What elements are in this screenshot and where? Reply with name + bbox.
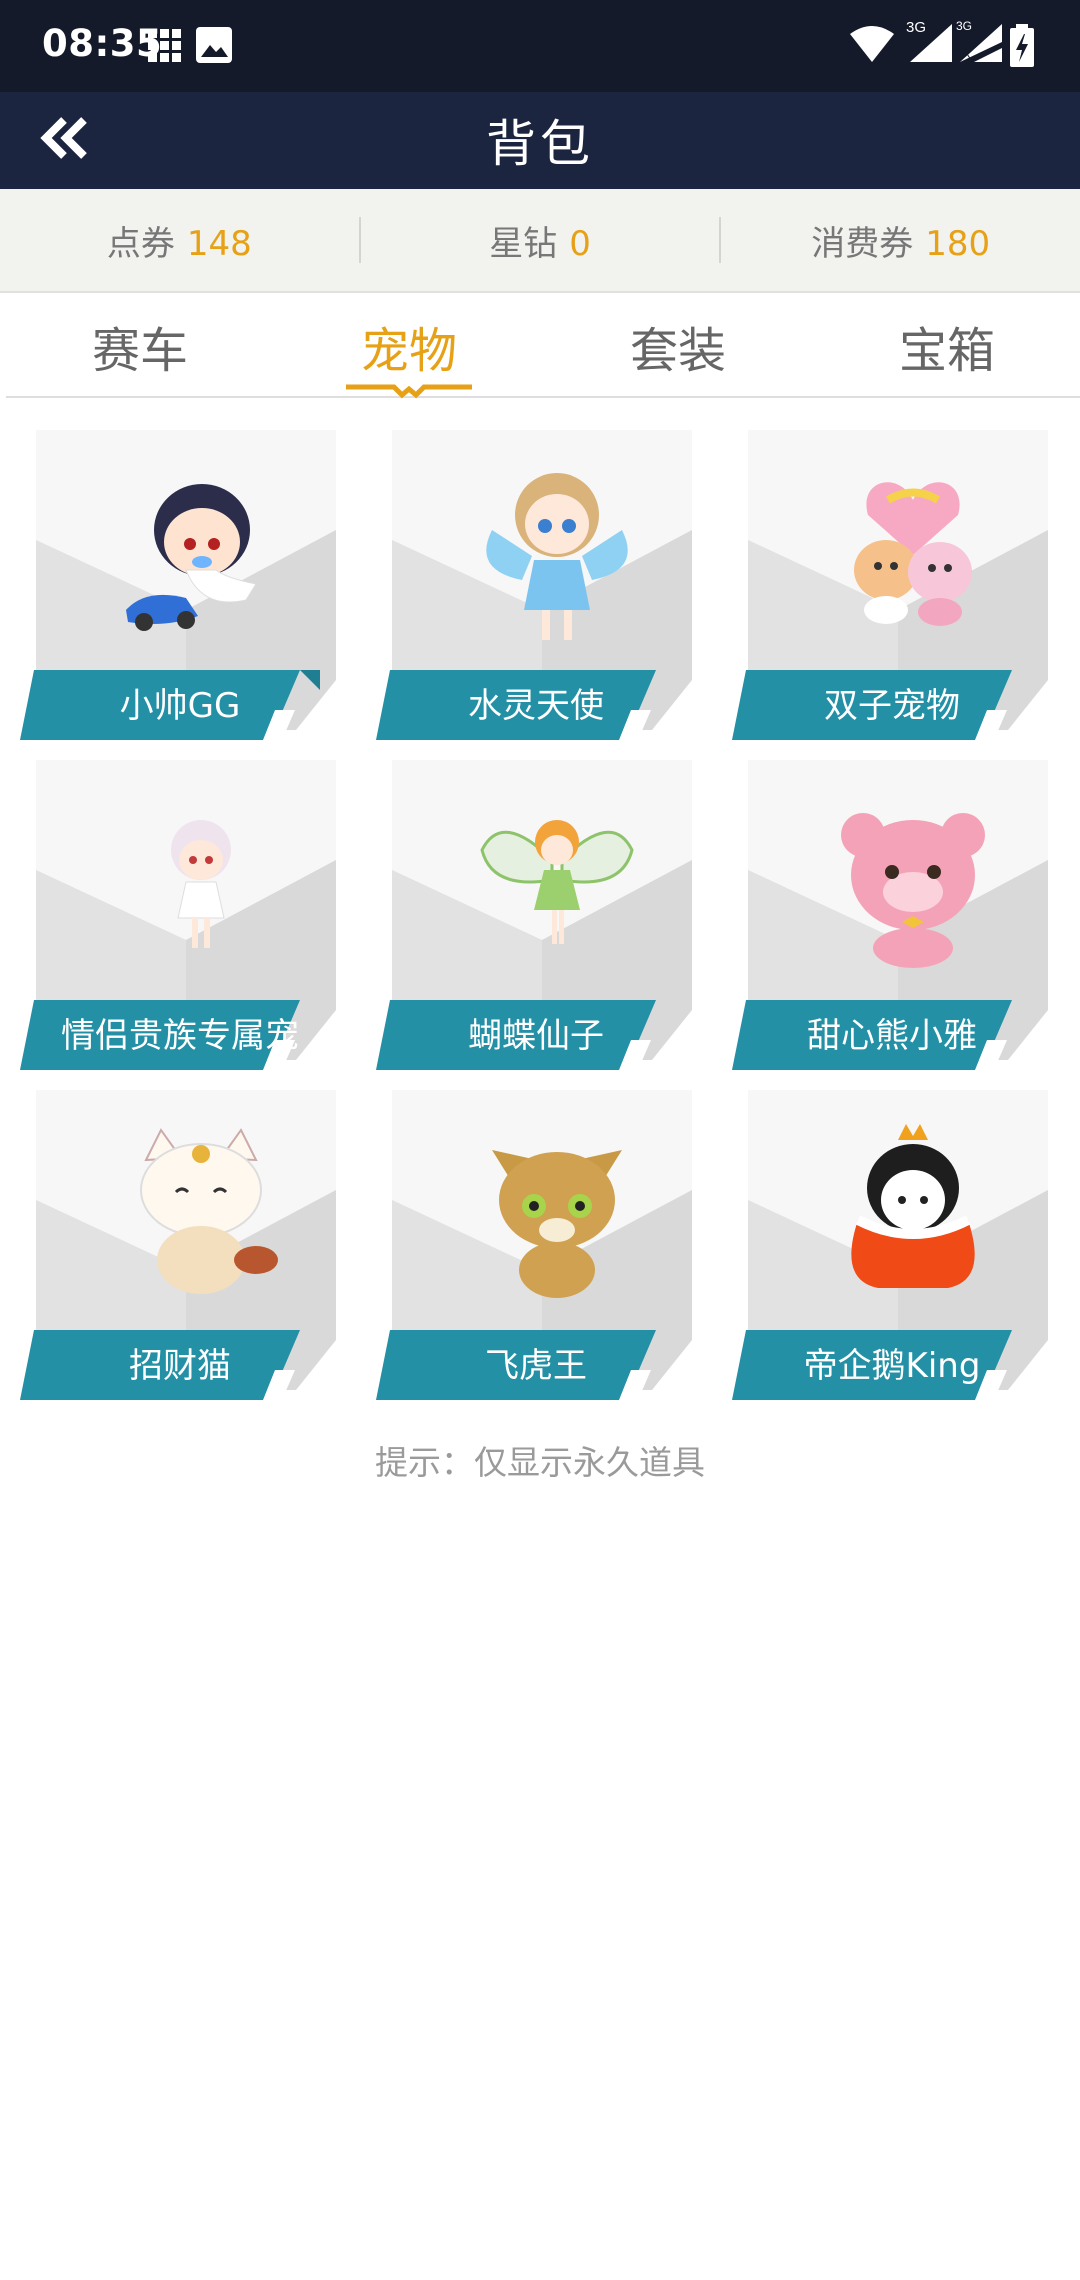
boy-with-toy-car-icon xyxy=(126,484,257,631)
currency-diamonds: 星钻 0 xyxy=(361,216,720,265)
currency-bar: 点券 148 星钻 0 消费券 180 xyxy=(0,189,1080,293)
page-title: 背包 xyxy=(486,115,594,173)
status-bar: 08:35 3G 3G 1X xyxy=(0,0,1080,92)
pet-name: 双子宠物 xyxy=(824,686,960,726)
angel-girl-icon xyxy=(486,473,628,640)
pet-card[interactable]: 甜心熊小雅 xyxy=(732,760,1052,1070)
currency-label: 点券 xyxy=(106,223,175,264)
tab-cars[interactable]: 赛车 xyxy=(5,311,275,381)
svg-text:3G: 3G xyxy=(906,19,926,36)
currency-points: 点券 148 xyxy=(0,216,359,265)
svg-text:3G: 3G xyxy=(956,19,972,33)
signal-3g-icon: 3G xyxy=(906,19,952,62)
category-tabs: 赛车 宠物 套装 宝箱 xyxy=(0,295,1080,399)
pet-name: 招财猫 xyxy=(129,1346,231,1386)
pet-card[interactable]: 帝企鹅King xyxy=(732,1090,1052,1400)
pet-card[interactable]: 水灵天使 xyxy=(376,430,696,740)
noble-girl-icon xyxy=(171,820,231,948)
image-notification-icon xyxy=(196,27,232,63)
pet-card[interactable]: 双子宠物 xyxy=(732,430,1052,740)
status-time: 08:35 xyxy=(42,22,163,65)
twin-pets-icon xyxy=(854,482,972,626)
currency-coupons: 消费券 180 xyxy=(721,216,1080,265)
signal-3g-1x-icon: 3G 1X xyxy=(956,19,1002,62)
currency-label: 消费券 xyxy=(811,223,914,264)
pet-name: 飞虎王 xyxy=(485,1346,587,1386)
currency-label: 星钻 xyxy=(489,223,558,264)
currency-value: 0 xyxy=(569,223,591,264)
tiger-cub-icon xyxy=(492,1150,622,1298)
pet-name: 甜心熊小雅 xyxy=(807,1016,977,1056)
active-tab-indicator xyxy=(346,384,472,399)
wifi-icon xyxy=(850,26,894,62)
pet-card[interactable]: 飞虎王 xyxy=(376,1090,696,1400)
svg-text:1X: 1X xyxy=(956,47,971,61)
currency-value: 180 xyxy=(925,223,991,264)
tab-pets[interactable]: 宠物 xyxy=(274,311,544,381)
pet-card[interactable]: 招财猫 xyxy=(20,1090,340,1400)
title-bar: 背包 xyxy=(0,92,1080,189)
lucky-cat-icon xyxy=(140,1128,278,1294)
grid-app-icon xyxy=(148,29,181,62)
battery-charging-icon xyxy=(1010,24,1034,67)
pet-name: 小帅GG xyxy=(119,686,241,726)
tab-chests[interactable]: 宝箱 xyxy=(812,311,1080,381)
pet-name: 水灵天使 xyxy=(468,686,604,726)
tab-outfits[interactable]: 套装 xyxy=(543,311,813,381)
pet-card[interactable]: 情侣贵族专属宠 xyxy=(20,760,340,1070)
tab-divider xyxy=(6,396,1080,398)
pet-name: 蝴蝶仙子 xyxy=(468,1016,604,1056)
hint-text: 提示：仅显示永久道具 xyxy=(375,1443,705,1482)
butterfly-fairy-icon xyxy=(480,820,634,944)
pink-bear-icon xyxy=(841,813,985,968)
pet-card[interactable]: 小帅GG xyxy=(20,430,340,740)
pet-name: 帝企鹅King xyxy=(803,1346,981,1386)
pet-name: 情侣贵族专属宠 xyxy=(61,1016,299,1056)
currency-value: 148 xyxy=(186,223,252,264)
pet-card[interactable]: 蝴蝶仙子 xyxy=(376,760,696,1070)
penguin-king-icon xyxy=(851,1124,975,1288)
